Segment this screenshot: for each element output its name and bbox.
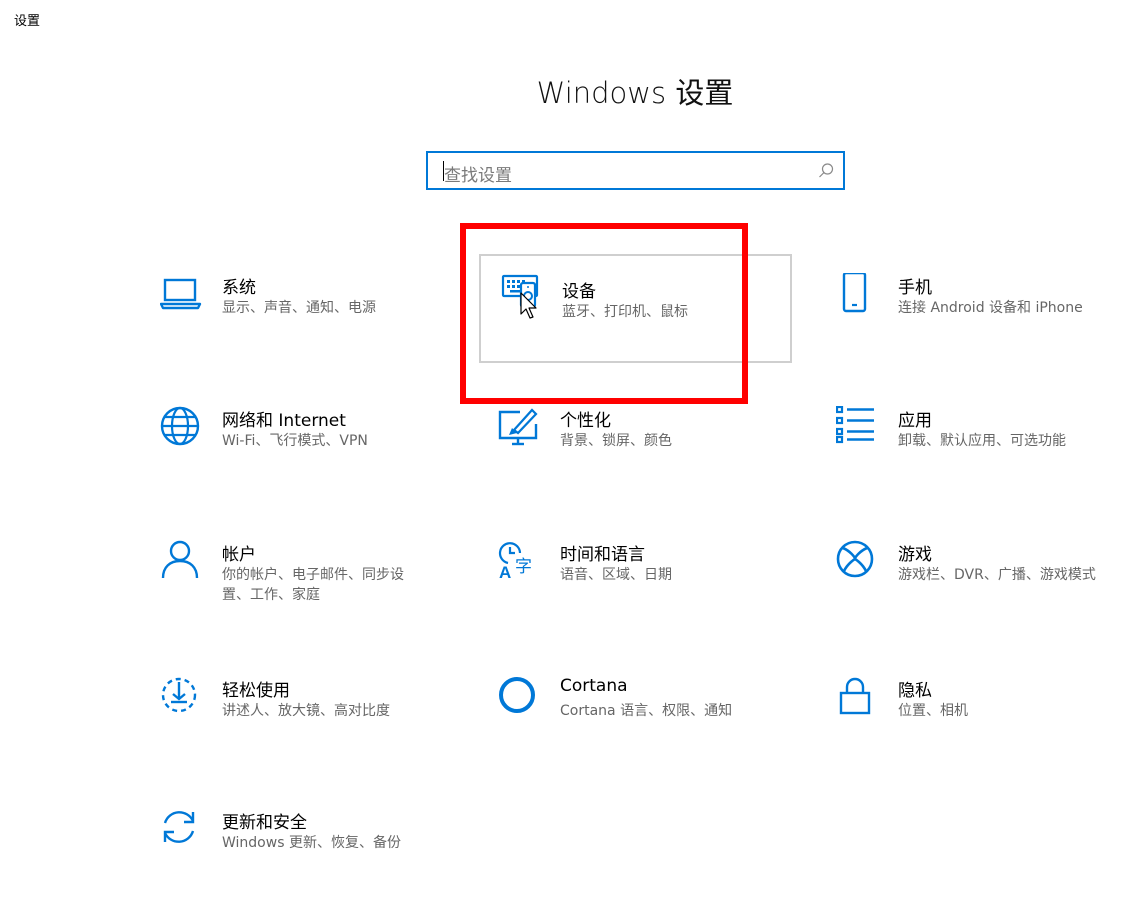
tile-accounts-desc: 你的帐户、电子邮件、同步设置、工作、家庭 <box>222 567 404 603</box>
xbox-icon <box>836 540 880 584</box>
tile-privacy-desc: 位置、相机 <box>898 703 968 719</box>
tile-time-language-desc: 语音、区域、日期 <box>560 567 672 583</box>
tile-gaming-desc: 游戏栏、DVR、广播、游戏模式 <box>898 567 1096 583</box>
tile-system-desc: 显示、声音、通知、电源 <box>222 300 376 316</box>
red-highlight-box <box>460 223 748 404</box>
tile-personalization-desc: 背景、锁屏、颜色 <box>560 433 672 449</box>
tile-gaming[interactable]: 游戏 游戏栏、DVR、广播、游戏模式 <box>836 540 1128 645</box>
tile-ease-of-access-title: 轻松使用 <box>222 681 290 701</box>
page-title: Windows 设置 <box>536 76 734 110</box>
tile-phone-desc: 连接 Android 设备和 iPhone <box>898 300 1083 316</box>
tile-accounts[interactable]: 帐户 你的帐户、电子邮件、同步设置、工作、家庭 <box>160 540 490 645</box>
tile-gaming-title: 游戏 <box>898 545 932 565</box>
personalization-icon <box>498 406 542 450</box>
tile-update-security[interactable]: 更新和安全 Windows 更新、恢复、备份 <box>160 808 490 913</box>
search-box[interactable]: 查找设置 <box>426 151 845 190</box>
person-icon <box>160 540 204 584</box>
tile-cortana-title: Cortana <box>560 676 628 696</box>
tile-ease-of-access-desc: 讲述人、放大镜、高对比度 <box>222 703 390 719</box>
search-input[interactable]: 查找设置 <box>444 161 512 186</box>
tile-phone[interactable]: 手机 连接 Android 设备和 iPhone <box>836 273 1128 378</box>
lock-icon <box>836 676 880 720</box>
tile-apps-title: 应用 <box>898 411 932 431</box>
tile-cortana[interactable]: Cortana Cortana 语言、权限、通知 <box>498 676 828 781</box>
time-language-icon: A字 <box>498 540 542 584</box>
update-icon <box>160 808 204 852</box>
tile-cortana-desc: Cortana 语言、权限、通知 <box>560 703 733 719</box>
tile-system-title: 系统 <box>222 278 256 298</box>
tile-personalization[interactable]: 个性化 背景、锁屏、颜色 <box>498 406 828 511</box>
window-title: 设置 <box>14 14 41 29</box>
tile-privacy-title: 隐私 <box>898 681 932 701</box>
ease-of-access-icon <box>160 676 204 720</box>
laptop-icon <box>160 273 204 317</box>
tile-network[interactable]: 网络和 Internet Wi-Fi、飞行模式、VPN <box>160 406 490 511</box>
globe-icon <box>160 406 204 450</box>
tile-time-language-title: 时间和语言 <box>560 545 645 565</box>
svg-text:字: 字 <box>515 557 532 577</box>
mouse-cursor-icon <box>520 292 537 319</box>
svg-text:A: A <box>499 563 511 582</box>
tile-system[interactable]: 系统 显示、声音、通知、电源 <box>160 273 490 378</box>
tile-update-security-desc: Windows 更新、恢复、备份 <box>222 835 401 851</box>
tile-apps[interactable]: 应用 卸载、默认应用、可选功能 <box>836 406 1128 511</box>
tile-accounts-title: 帐户 <box>222 545 256 565</box>
tile-phone-title: 手机 <box>898 278 932 298</box>
tile-ease-of-access[interactable]: 轻松使用 讲述人、放大镜、高对比度 <box>160 676 490 781</box>
cortana-icon <box>498 676 542 720</box>
apps-list-icon <box>836 406 880 450</box>
search-icon[interactable] <box>817 162 835 180</box>
tile-network-title: 网络和 Internet <box>222 411 346 431</box>
tile-apps-desc: 卸载、默认应用、可选功能 <box>898 433 1066 449</box>
tile-update-security-title: 更新和安全 <box>222 813 307 833</box>
tile-personalization-title: 个性化 <box>560 411 611 431</box>
phone-icon <box>836 273 880 317</box>
tile-network-desc: Wi-Fi、飞行模式、VPN <box>222 433 368 449</box>
tile-time-language[interactable]: A字 时间和语言 语音、区域、日期 <box>498 540 828 645</box>
tile-privacy[interactable]: 隐私 位置、相机 <box>836 676 1128 781</box>
